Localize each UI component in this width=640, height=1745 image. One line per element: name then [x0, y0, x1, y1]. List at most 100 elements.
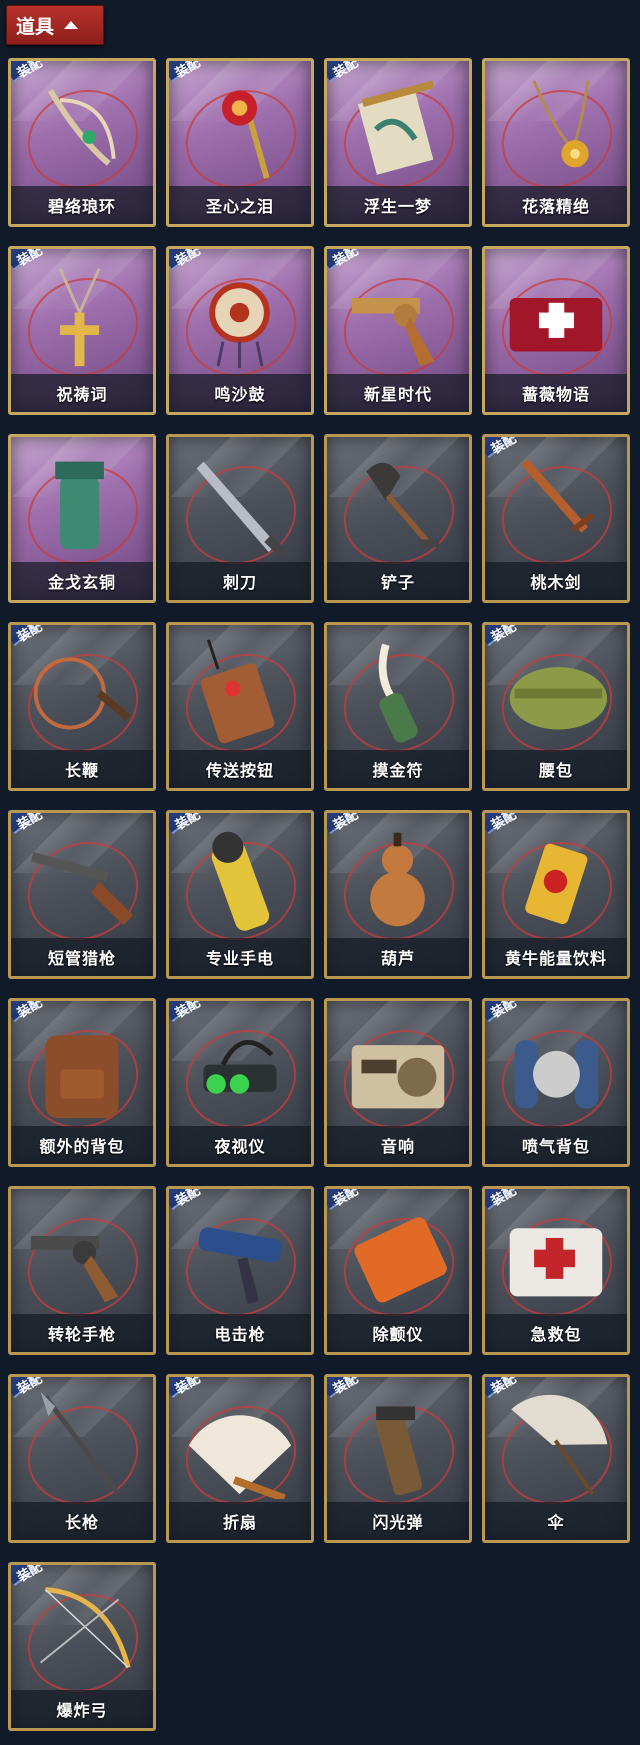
item-label-bar: 短管猎枪	[11, 938, 153, 976]
item-card[interactable]: 装配新星时代	[324, 246, 472, 415]
equip-badge: 装配	[327, 1189, 387, 1225]
item-label-bar: 摸金符	[327, 750, 469, 788]
equip-badge: 装配	[327, 247, 387, 285]
item-name: 额外的背包	[39, 1137, 125, 1156]
item-card[interactable]: 装配 额外的背包	[8, 998, 156, 1167]
item-card[interactable]: 装配专业手电	[166, 810, 314, 979]
item-label-bar: 花落精绝	[485, 186, 627, 224]
equip-badge: 装配	[327, 811, 387, 849]
item-name: 祝祷词	[56, 385, 108, 404]
item-card[interactable]: 摸金符	[324, 622, 472, 791]
item-label-bar: 转轮手枪	[11, 1314, 153, 1352]
equip-badge: 装配	[169, 61, 229, 97]
item-card[interactable]: 装配黄牛能量饮料	[482, 810, 630, 979]
item-label-bar: 葫芦	[327, 938, 469, 976]
equip-badge-label: 装配	[489, 999, 520, 1022]
item-card[interactable]: 铲子	[324, 434, 472, 603]
item-card[interactable]: 装配夜视仪	[166, 998, 314, 1167]
equip-badge: 装配	[11, 811, 71, 849]
item-name: 短管猎枪	[47, 949, 116, 968]
equip-badge: 装配	[327, 1375, 387, 1413]
item-name: 音响	[380, 1137, 415, 1156]
equip-badge-label: 装配	[331, 1375, 362, 1398]
item-card[interactable]: 装配葫芦	[324, 810, 472, 979]
equip-badge: 装配	[169, 1377, 229, 1413]
equip-badge-label: 装配	[331, 247, 362, 270]
item-name: 金戈玄铜	[47, 573, 116, 592]
equip-badge-label: 装配	[331, 811, 362, 834]
item-name: 急救包	[530, 1325, 582, 1344]
item-card[interactable]: 装配碧络琅环	[8, 58, 156, 227]
item-card[interactable]: 装配长枪	[8, 1374, 156, 1543]
item-name: 黄牛能量饮料	[504, 949, 607, 968]
item-label-bar: 急救包	[485, 1314, 627, 1352]
equip-badge-label: 装配	[489, 1375, 520, 1398]
item-name: 铲子	[380, 573, 415, 592]
item-card[interactable]: 装配 除颤仪	[324, 1186, 472, 1355]
item-card[interactable]: 花落精绝	[482, 58, 630, 227]
item-card[interactable]: 蔷薇物语	[482, 246, 630, 415]
item-card[interactable]: 装配 闪光弹	[324, 1374, 472, 1543]
item-name: 长鞭	[64, 761, 99, 780]
equip-badge-label: 装配	[15, 1375, 46, 1398]
item-name: 长枪	[64, 1513, 99, 1532]
first-aid-case-icon	[509, 297, 603, 352]
item-name: 蔷薇物语	[521, 385, 590, 404]
item-name: 浮生一梦	[363, 197, 432, 216]
equip-badge-label: 装配	[15, 811, 46, 834]
item-card[interactable]: 音响	[324, 998, 472, 1167]
item-card[interactable]: 装配 桃木剑	[482, 434, 630, 603]
item-card[interactable]: 装配 祝祷词	[8, 246, 156, 415]
item-label-bar: 浮生一梦	[327, 186, 469, 224]
item-card[interactable]: 装配 腰包	[482, 622, 630, 791]
item-card[interactable]: 金戈玄铜	[8, 434, 156, 603]
item-label-bar: 折扇	[169, 1502, 311, 1540]
equip-badge: 装配	[485, 811, 545, 849]
equip-badge: 装配	[11, 61, 71, 97]
item-card[interactable]: 装配 电击枪	[166, 1186, 314, 1355]
item-card[interactable]: 刺刀	[166, 434, 314, 603]
item-label-bar: 碧络琅环	[11, 186, 153, 224]
equip-badge-label: 装配	[173, 999, 204, 1022]
bayonet-icon	[196, 461, 285, 556]
item-card[interactable]: 装配 喷气背包	[482, 998, 630, 1167]
equip-badge-label: 装配	[489, 623, 520, 646]
item-name: 折扇	[222, 1513, 257, 1532]
equip-badge-label: 装配	[173, 811, 204, 834]
equip-badge-label: 装配	[489, 811, 520, 834]
equip-badge: 装配	[169, 249, 229, 285]
equip-badge: 装配	[169, 1189, 229, 1225]
item-label-bar: 长枪	[11, 1502, 153, 1540]
item-card[interactable]: 装配 急救包	[482, 1186, 630, 1355]
item-label-bar: 蔷薇物语	[485, 374, 627, 412]
item-card[interactable]: 装配爆炸弓	[8, 1562, 156, 1731]
equip-badge: 装配	[11, 1375, 71, 1413]
item-card[interactable]: 装配折扇	[166, 1374, 314, 1543]
bronze-grenade-icon	[55, 461, 104, 550]
item-card[interactable]: 装配短管猎枪	[8, 810, 156, 979]
item-label-bar: 爆炸弓	[11, 1690, 153, 1728]
item-card[interactable]: 转轮手枪	[8, 1186, 156, 1355]
equip-badge: 装配	[11, 625, 71, 661]
item-card[interactable]: 装配伞	[482, 1374, 630, 1543]
item-name: 碧络琅环	[47, 197, 116, 216]
talisman-tooth-icon	[378, 643, 418, 743]
item-name: 转轮手枪	[47, 1325, 116, 1344]
item-card[interactable]: 装配 浮生一梦	[324, 58, 472, 227]
item-name: 桃木剑	[530, 573, 582, 592]
flower-necklace-icon	[532, 80, 590, 168]
equip-badge: 装配	[11, 1565, 71, 1601]
item-name: 新星时代	[363, 385, 432, 404]
item-card[interactable]: 装配 鸣沙鼓	[166, 246, 314, 415]
item-label-bar: 祝祷词	[11, 374, 153, 412]
item-card[interactable]: 装配长鞭	[8, 622, 156, 791]
item-label-bar: 电击枪	[169, 1314, 311, 1352]
category-tab-items[interactable]: 道具	[6, 5, 104, 45]
item-name: 爆炸弓	[56, 1701, 108, 1720]
item-label-bar: 夜视仪	[169, 1126, 311, 1164]
item-name: 专业手电	[205, 949, 274, 968]
item-card[interactable]: 传送按钮	[166, 622, 314, 791]
item-card[interactable]: 装配 圣心之泪	[166, 58, 314, 227]
item-label-bar: 除颤仪	[327, 1314, 469, 1352]
item-label-bar: 金戈玄铜	[11, 562, 153, 600]
